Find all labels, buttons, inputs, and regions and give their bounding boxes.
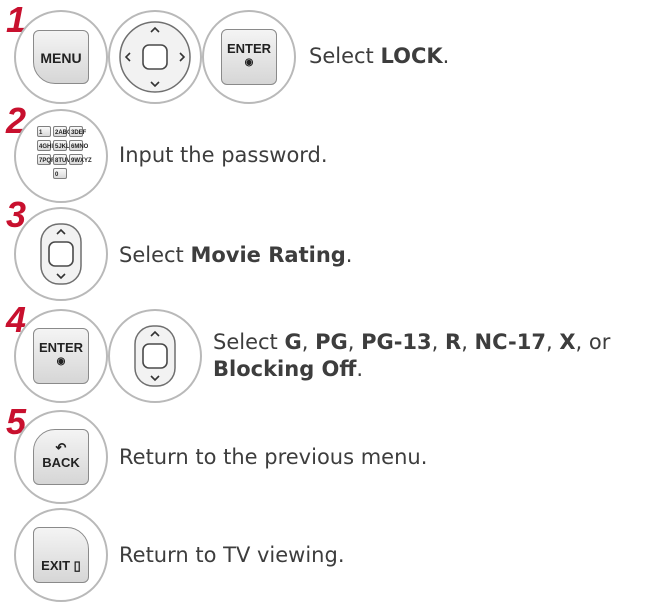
step-1-text-suffix: . xyxy=(442,44,450,68)
keypad-key: 1 xyxy=(37,126,51,137)
keypad-key: 9WXYZ xyxy=(69,154,92,165)
step-5-instruction: Return to the previous menu. xyxy=(119,445,428,469)
rating-option: PG xyxy=(315,330,348,354)
step-3-text-prefix: Select xyxy=(119,243,191,267)
rating-option: NC-17 xyxy=(474,330,546,354)
back-arrow-icon: ↶ xyxy=(55,440,67,455)
exit-key-label: EXIT xyxy=(41,558,71,573)
separator: , xyxy=(301,330,316,354)
step-1-instruction: Select LOCK. xyxy=(309,43,449,70)
rating-option: X xyxy=(559,330,576,354)
keypad-key: 6MNO xyxy=(69,140,88,151)
separator-or: , or xyxy=(575,330,611,354)
keypad-key: 2ABC xyxy=(53,126,71,137)
exit-key: EXIT ▯ xyxy=(33,527,89,583)
rating-option: PG-13 xyxy=(361,330,432,354)
rating-option-blocking-off: Blocking Off xyxy=(213,357,357,381)
keypad-key: 7PQRS xyxy=(37,154,59,165)
separator: , xyxy=(461,330,475,354)
step-4-text-suffix: . xyxy=(356,357,364,381)
enter-key-label: ENTER xyxy=(226,41,272,56)
keypad-key: 8TUV xyxy=(53,154,70,165)
step-1-text-bold: LOCK xyxy=(380,44,443,68)
step-3-instruction: Select Movie Rating. xyxy=(119,242,352,269)
step-4-instruction-line2: Blocking Off. xyxy=(213,356,363,383)
enter-key: ENTER ◉ xyxy=(221,29,277,85)
menu-key: MENU xyxy=(33,30,89,84)
separator: , xyxy=(545,330,560,354)
exit-instruction: Return to TV viewing. xyxy=(119,543,345,567)
separator: , xyxy=(431,330,446,354)
up-down-arrow-pad-icon xyxy=(40,223,82,285)
rating-option: G xyxy=(284,330,302,354)
enter-key-label: ENTER xyxy=(38,340,84,355)
enter-key-step4: ENTER ◉ xyxy=(33,328,89,384)
enter-dot-icon: ◉ xyxy=(56,356,66,367)
step-4-text-prefix: Select xyxy=(213,330,285,354)
step-3-text-bold: Movie Rating xyxy=(190,243,346,267)
step-3-text-suffix: . xyxy=(345,243,353,267)
keypad-key: 5JKL xyxy=(53,140,70,151)
step-1-text-prefix: Select xyxy=(309,44,381,68)
keypad-key: 4GHI xyxy=(37,140,53,151)
up-down-arrow-pad-icon xyxy=(134,325,176,387)
exit-door-icon: ▯ xyxy=(70,558,81,573)
keypad-key: 0 xyxy=(53,168,67,179)
back-key-label: BACK xyxy=(42,455,80,470)
separator: , xyxy=(347,330,362,354)
navigation-pad-icon xyxy=(119,21,191,93)
rating-option: R xyxy=(445,330,462,354)
enter-dot-icon: ◉ xyxy=(244,57,254,68)
keypad-key: 3DEF xyxy=(69,126,86,137)
step-4-instruction-line1: Select G, PG, PG-13, R, NC-17, X, or xyxy=(213,329,610,356)
back-key: ↶ BACK xyxy=(33,429,89,485)
step-2-instruction: Input the password. xyxy=(119,143,328,167)
